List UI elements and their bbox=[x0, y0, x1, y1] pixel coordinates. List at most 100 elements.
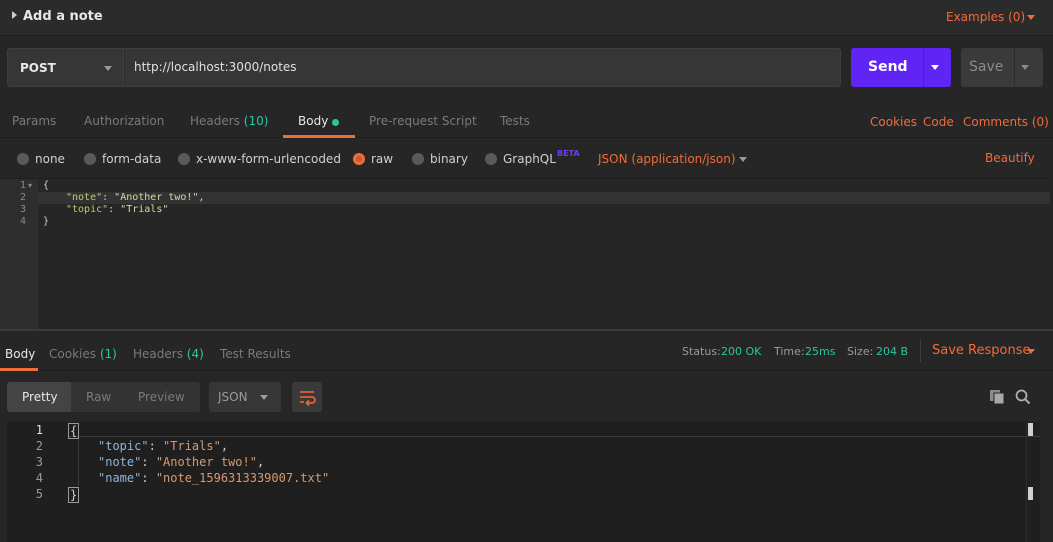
code-link[interactable]: Code bbox=[923, 115, 954, 129]
save-label: Save bbox=[969, 59, 1004, 75]
response-view-group: Pretty Raw Preview bbox=[7, 382, 200, 412]
json-key: "note" bbox=[66, 192, 103, 203]
code-line: "topic": "Trials", bbox=[98, 439, 228, 453]
examples-link[interactable]: Examples (0) bbox=[946, 10, 1025, 24]
tab-params[interactable]: Params bbox=[12, 114, 56, 128]
send-divider bbox=[923, 48, 924, 87]
active-tab-underline bbox=[283, 135, 355, 138]
json-string: "Trials" bbox=[120, 204, 169, 215]
fold-icon[interactable]: ▾ bbox=[28, 181, 32, 190]
url-value: http://localhost:3000/notes bbox=[134, 60, 297, 74]
radio-raw-label[interactable]: raw bbox=[371, 152, 393, 166]
caret-right-icon[interactable] bbox=[12, 11, 17, 19]
response-tab-cookies-label: Cookies bbox=[49, 347, 96, 361]
response-tabs: Body Cookies (1) Headers (4) Test Result… bbox=[0, 331, 1053, 371]
content-type-select[interactable]: JSON (application/json) bbox=[598, 152, 736, 166]
method-label: POST bbox=[20, 61, 56, 75]
json-comma: , bbox=[256, 455, 265, 469]
code-line: "name": "note_1596313339007.txt" bbox=[98, 471, 329, 485]
scrollbar-marker[interactable] bbox=[1028, 487, 1033, 500]
response-tab-cookies[interactable]: Cookies (1) bbox=[49, 347, 117, 361]
radio-binary[interactable] bbox=[412, 153, 424, 165]
beautify-link[interactable]: Beautify bbox=[985, 151, 1035, 165]
size-value[interactable]: 204 B bbox=[876, 345, 908, 358]
radio-binary-label[interactable]: binary bbox=[430, 152, 468, 166]
status-label: Status: bbox=[682, 345, 721, 358]
request-title[interactable]: Add a note bbox=[23, 9, 103, 24]
line-number: 4 bbox=[35, 471, 43, 485]
tab-prerequest-script[interactable]: Pre-request Script bbox=[369, 114, 477, 128]
json-sep: : bbox=[148, 439, 164, 453]
tab-tests[interactable]: Tests bbox=[500, 114, 530, 128]
radio-urlencoded-label[interactable]: x-www-form-urlencoded bbox=[196, 152, 341, 166]
request-body-editor[interactable]: 1 ▾ 2 3 4 { "note": "Another two!", "top… bbox=[0, 178, 1050, 329]
time-label: Time: bbox=[774, 345, 805, 358]
beta-badge: BETA bbox=[557, 149, 580, 158]
code-line: "topic": "Trials" bbox=[66, 204, 168, 215]
radio-form-data[interactable] bbox=[84, 153, 96, 165]
chevron-down-icon[interactable] bbox=[1027, 349, 1035, 354]
cookies-link[interactable]: Cookies bbox=[870, 115, 917, 129]
wrap-lines-button[interactable] bbox=[292, 382, 322, 412]
chevron-down-icon[interactable] bbox=[931, 65, 939, 70]
request-tabs: Params Authorization Headers (10) Body P… bbox=[0, 98, 1053, 138]
radio-none[interactable] bbox=[17, 153, 29, 165]
json-string: "Trials" bbox=[163, 439, 221, 453]
copy-icon[interactable] bbox=[989, 389, 1005, 409]
tab-authorization[interactable]: Authorization bbox=[84, 114, 164, 128]
json-sep: : bbox=[141, 471, 156, 485]
view-raw-button[interactable]: Raw bbox=[86, 390, 111, 404]
response-tab-headers[interactable]: Headers (4) bbox=[133, 347, 204, 361]
response-format-select[interactable]: JSON bbox=[209, 382, 281, 412]
line-number: 5 bbox=[35, 487, 43, 501]
code-line: "note": "Another two!", bbox=[98, 455, 264, 469]
radio-graphql-label[interactable]: GraphQL bbox=[503, 152, 556, 166]
send-label: Send bbox=[868, 59, 908, 75]
view-preview-button[interactable]: Preview bbox=[138, 390, 185, 404]
view-pretty-label[interactable]: Pretty bbox=[22, 390, 58, 404]
json-string: "Another two!" bbox=[155, 455, 257, 469]
save-button[interactable]: Save bbox=[961, 48, 1043, 87]
line-number: 4 bbox=[19, 216, 26, 227]
send-button[interactable]: Send bbox=[851, 48, 951, 87]
editor-gutter: 1 ▾ 2 3 4 bbox=[0, 179, 38, 329]
code-line: "note": "Another two!", bbox=[66, 192, 205, 203]
scrollbar-track[interactable] bbox=[1026, 422, 1027, 542]
code-line: { bbox=[68, 423, 80, 439]
scrollbar-marker[interactable] bbox=[1028, 423, 1033, 436]
radio-raw[interactable] bbox=[353, 153, 365, 165]
json-string: "note_1596313339007.txt" bbox=[155, 471, 330, 485]
divider bbox=[920, 340, 921, 362]
response-tab-headers-label: Headers bbox=[133, 347, 183, 361]
response-tab-test-results[interactable]: Test Results bbox=[220, 347, 291, 361]
json-sep: : bbox=[108, 204, 121, 215]
status-value[interactable]: 200 OK bbox=[721, 345, 761, 358]
json-string: "Another two!" bbox=[114, 192, 199, 203]
radio-graphql[interactable] bbox=[485, 153, 497, 165]
tab-body[interactable]: Body bbox=[298, 114, 328, 128]
json-sep: : bbox=[102, 192, 115, 203]
json-key: "note" bbox=[98, 455, 142, 469]
comments-link[interactable]: Comments (0) bbox=[963, 115, 1049, 129]
tab-headers[interactable]: Headers (10) bbox=[190, 114, 268, 128]
chevron-down-icon[interactable] bbox=[739, 157, 747, 162]
radio-urlencoded[interactable] bbox=[178, 153, 190, 165]
code-line: } bbox=[43, 216, 50, 227]
response-headers-count: (4) bbox=[186, 347, 204, 361]
time-value[interactable]: 25ms bbox=[805, 345, 835, 358]
save-response-button[interactable]: Save Response bbox=[932, 343, 1030, 358]
method-select[interactable]: POST bbox=[7, 48, 124, 87]
json-comma: , bbox=[198, 192, 205, 203]
url-input[interactable]: http://localhost:3000/notes bbox=[124, 48, 841, 87]
tab-headers-label: Headers bbox=[190, 114, 240, 128]
chevron-down-icon bbox=[104, 66, 112, 71]
chevron-down-icon[interactable] bbox=[1021, 65, 1029, 70]
response-body-viewer[interactable]: 1 2 3 4 5 { "topic": "Trials", "note": "… bbox=[7, 422, 1040, 542]
radio-form-data-label[interactable]: form-data bbox=[102, 152, 161, 166]
radio-none-label[interactable]: none bbox=[35, 152, 65, 166]
wrap-lines-icon bbox=[300, 391, 316, 407]
response-tab-body[interactable]: Body bbox=[5, 347, 35, 361]
line-number: 1 bbox=[19, 180, 26, 191]
search-icon[interactable] bbox=[1015, 389, 1031, 409]
chevron-down-icon[interactable] bbox=[1027, 15, 1035, 20]
